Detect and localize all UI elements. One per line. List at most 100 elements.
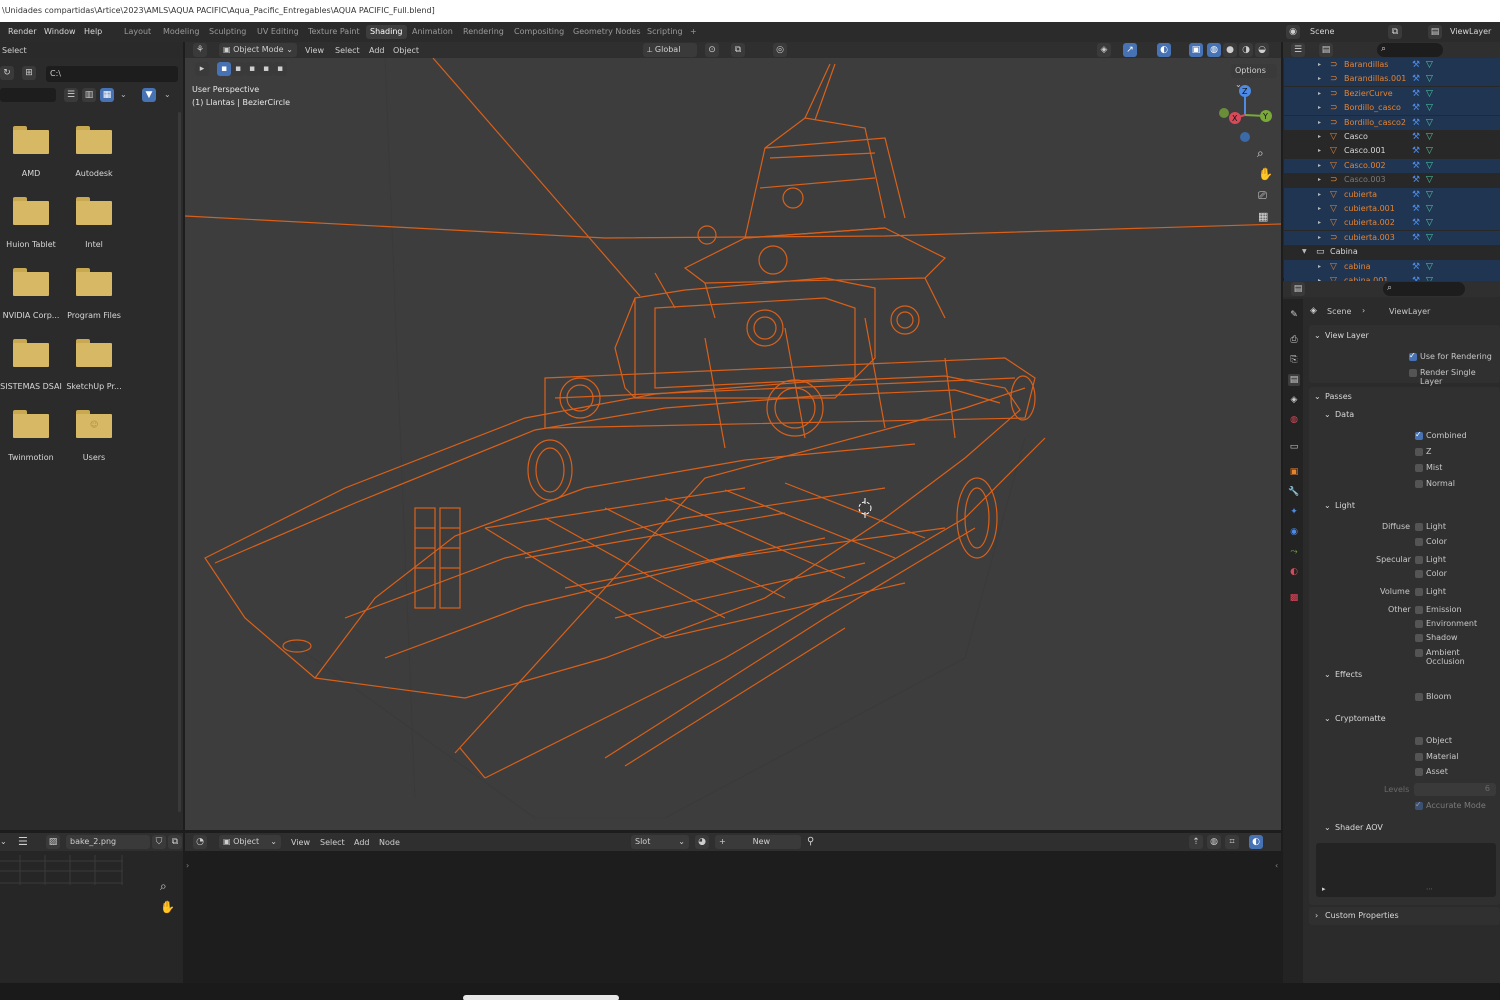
viewport-menu-select[interactable]: Select	[335, 46, 360, 55]
expand-chevron-icon[interactable]: ▼	[1302, 245, 1307, 259]
scene-icon[interactable]: ◉	[1286, 25, 1300, 39]
material-slot-dropdown[interactable]: Slot ⌄	[631, 835, 689, 849]
outliner-row[interactable]: ▸ ⊃ BezierCurve ⚒ ▽	[1284, 86, 1500, 101]
mesh-data-icon[interactable]: ▽	[1426, 216, 1433, 230]
breadcrumb-view-layer[interactable]: ViewLayer	[1389, 307, 1430, 316]
gizmo-icon[interactable]: ↗	[1123, 43, 1137, 57]
expand-chevron-icon[interactable]: ▸	[1318, 202, 1321, 216]
outliner-row[interactable]: ▸ ⊃ Bordillo_casco ⚒ ▽	[1284, 101, 1500, 116]
passes-chevron-icon[interactable]: ⌄	[1314, 392, 1321, 401]
viewport-menu-object[interactable]: Object	[393, 46, 419, 55]
expand-chevron-icon[interactable]: ▸	[1318, 58, 1321, 72]
mesh-data-icon[interactable]: ▽	[1426, 72, 1433, 86]
outliner-row[interactable]: ▸ ▽ Casco.002 ⚒ ▽	[1284, 158, 1500, 173]
tool-tab-icon[interactable]: ✎	[1288, 309, 1300, 321]
shader-object-dropdown[interactable]: ▣ Object ⌄	[219, 835, 281, 849]
modifier-icon[interactable]: ⚒	[1412, 159, 1420, 173]
expand-chevron-icon[interactable]: ▸	[1318, 130, 1321, 144]
outliner-row[interactable]: ▸ ▽ Casco ⚒ ▽	[1284, 130, 1500, 144]
expand-chevron-icon[interactable]: ▸	[1318, 72, 1321, 86]
modifier-icon[interactable]: ⚒	[1412, 216, 1420, 230]
node-overlays-toggle-icon[interactable]: ◐	[1249, 835, 1263, 849]
mesh-data-icon[interactable]: ▽	[1426, 101, 1433, 115]
combined-checkbox[interactable]	[1415, 430, 1423, 440]
bloom-checkbox[interactable]	[1415, 693, 1423, 701]
menu-help[interactable]: Help	[84, 27, 102, 36]
crypto-material-checkbox[interactable]	[1415, 753, 1423, 761]
mesh-data-icon[interactable]: ▽	[1426, 144, 1433, 158]
shader-editor-type-icon[interactable]: ◔	[193, 835, 207, 849]
modifier-icon[interactable]: ⚒	[1412, 173, 1420, 187]
snap-up-icon[interactable]: ⇡	[1189, 835, 1203, 849]
folder-icon[interactable]	[13, 339, 49, 367]
folder-label-twinmotion[interactable]: Twinmotion	[0, 453, 66, 462]
mesh-data-icon[interactable]: ▽	[1426, 202, 1433, 216]
z-checkbox[interactable]	[1415, 448, 1423, 456]
folder-label-sketchup[interactable]: SketchUp Pr...	[59, 382, 129, 391]
tab-rendering[interactable]: Rendering	[459, 25, 508, 39]
object-tab-icon[interactable]: ▣	[1288, 466, 1300, 478]
modifier-icon[interactable]: ⚒	[1412, 144, 1420, 158]
tab-animation[interactable]: Animation	[408, 25, 457, 39]
modifier-icon[interactable]: ⚒	[1412, 87, 1420, 101]
path-input[interactable]: C:\	[46, 66, 178, 82]
modifier-icon[interactable]: ⚒	[1412, 58, 1420, 72]
world-tab-icon[interactable]: ◍	[1288, 414, 1300, 426]
specular-light-checkbox[interactable]	[1415, 556, 1423, 564]
node-overlay-icon[interactable]: ◍	[1207, 835, 1221, 849]
folder-icon[interactable]	[13, 197, 49, 225]
tab-texture-paint[interactable]: Texture Paint	[304, 25, 364, 39]
folder-label-huion[interactable]: Huion Tablet	[0, 240, 66, 249]
folder-icon[interactable]	[76, 126, 112, 154]
new-folder-icon[interactable]: ⊞	[22, 66, 36, 80]
solid-shading-icon[interactable]: ●	[1223, 43, 1237, 57]
folder-label-sistemas[interactable]: SISTEMAS DSAI	[0, 382, 66, 391]
filter-chevron-icon[interactable]: ⌄	[164, 90, 171, 99]
particles-tab-icon[interactable]: ✦	[1288, 506, 1300, 518]
shader-aov-heading[interactable]: Shader AOV	[1335, 823, 1383, 832]
chevron-down-icon[interactable]: ⌄	[120, 90, 127, 99]
shader-menu-add[interactable]: Add	[354, 838, 370, 847]
volume-light-checkbox[interactable]	[1415, 588, 1423, 596]
file-browser-scrollbar[interactable]	[178, 112, 181, 812]
visibility-icon[interactable]: ◈	[1097, 43, 1111, 57]
outliner-row[interactable]: ▸ ▽ cubierta ⚒ ▽	[1284, 187, 1500, 202]
properties-editor-icon[interactable]: ▤	[1291, 282, 1305, 296]
tab-compositing[interactable]: Compositing	[510, 25, 568, 39]
crypto-asset-checkbox[interactable]	[1415, 768, 1423, 776]
modifier-tab-icon[interactable]: 🔧	[1288, 486, 1300, 498]
outliner-row[interactable]: ▸ ⊃ Barandillas.001 ⚒ ▽	[1284, 72, 1500, 87]
mesh-data-icon[interactable]: ▽	[1426, 173, 1433, 187]
cryptomatte-heading[interactable]: Cryptomatte	[1335, 714, 1386, 723]
light-heading[interactable]: Light	[1335, 501, 1355, 510]
ambient-occlusion-checkbox[interactable]	[1415, 649, 1423, 657]
shader-aov-chevron-icon[interactable]: ⌄	[1324, 823, 1331, 832]
mesh-data-icon[interactable]: ▽	[1426, 87, 1433, 101]
folder-icon[interactable]	[13, 410, 49, 438]
mesh-data-icon[interactable]: ▽	[1426, 58, 1433, 72]
menu-render[interactable]: Render	[8, 27, 36, 36]
list-expand-icon[interactable]: ▸	[1322, 885, 1326, 893]
expand-chevron-icon[interactable]: ▸	[1318, 87, 1321, 101]
material-tab-icon[interactable]: ◐	[1288, 566, 1300, 578]
modifier-icon[interactable]: ⚒	[1412, 231, 1420, 245]
material-browse-icon[interactable]: ◕	[695, 835, 709, 849]
proportional-edit-icon[interactable]: ◎	[773, 43, 787, 57]
folder-label-intel[interactable]: Intel	[59, 240, 129, 249]
tab-scripting[interactable]: Scripting	[643, 25, 687, 39]
passes-heading[interactable]: Passes	[1325, 392, 1352, 401]
scene-tab-icon[interactable]: ◈	[1288, 394, 1300, 406]
effects-heading[interactable]: Effects	[1335, 670, 1362, 679]
menu-window[interactable]: Window	[44, 27, 76, 36]
expand-chevron-icon[interactable]: ▸	[1318, 116, 1321, 130]
view-layer-heading[interactable]: View Layer	[1325, 331, 1369, 340]
pivot-icon[interactable]: ⊙	[705, 43, 719, 57]
levels-field[interactable]: 6	[1414, 783, 1496, 796]
tab-sculpting[interactable]: Sculpting	[205, 25, 250, 39]
users-folder-icon[interactable]: ☺	[76, 410, 112, 438]
data-heading[interactable]: Data	[1335, 410, 1354, 419]
modifier-icon[interactable]: ⚒	[1412, 130, 1420, 144]
taskbar-search-box[interactable]	[463, 995, 619, 1000]
expand-chevron-icon[interactable]: ▸	[1318, 188, 1321, 202]
collection-tab-icon[interactable]: ▭	[1288, 441, 1300, 453]
